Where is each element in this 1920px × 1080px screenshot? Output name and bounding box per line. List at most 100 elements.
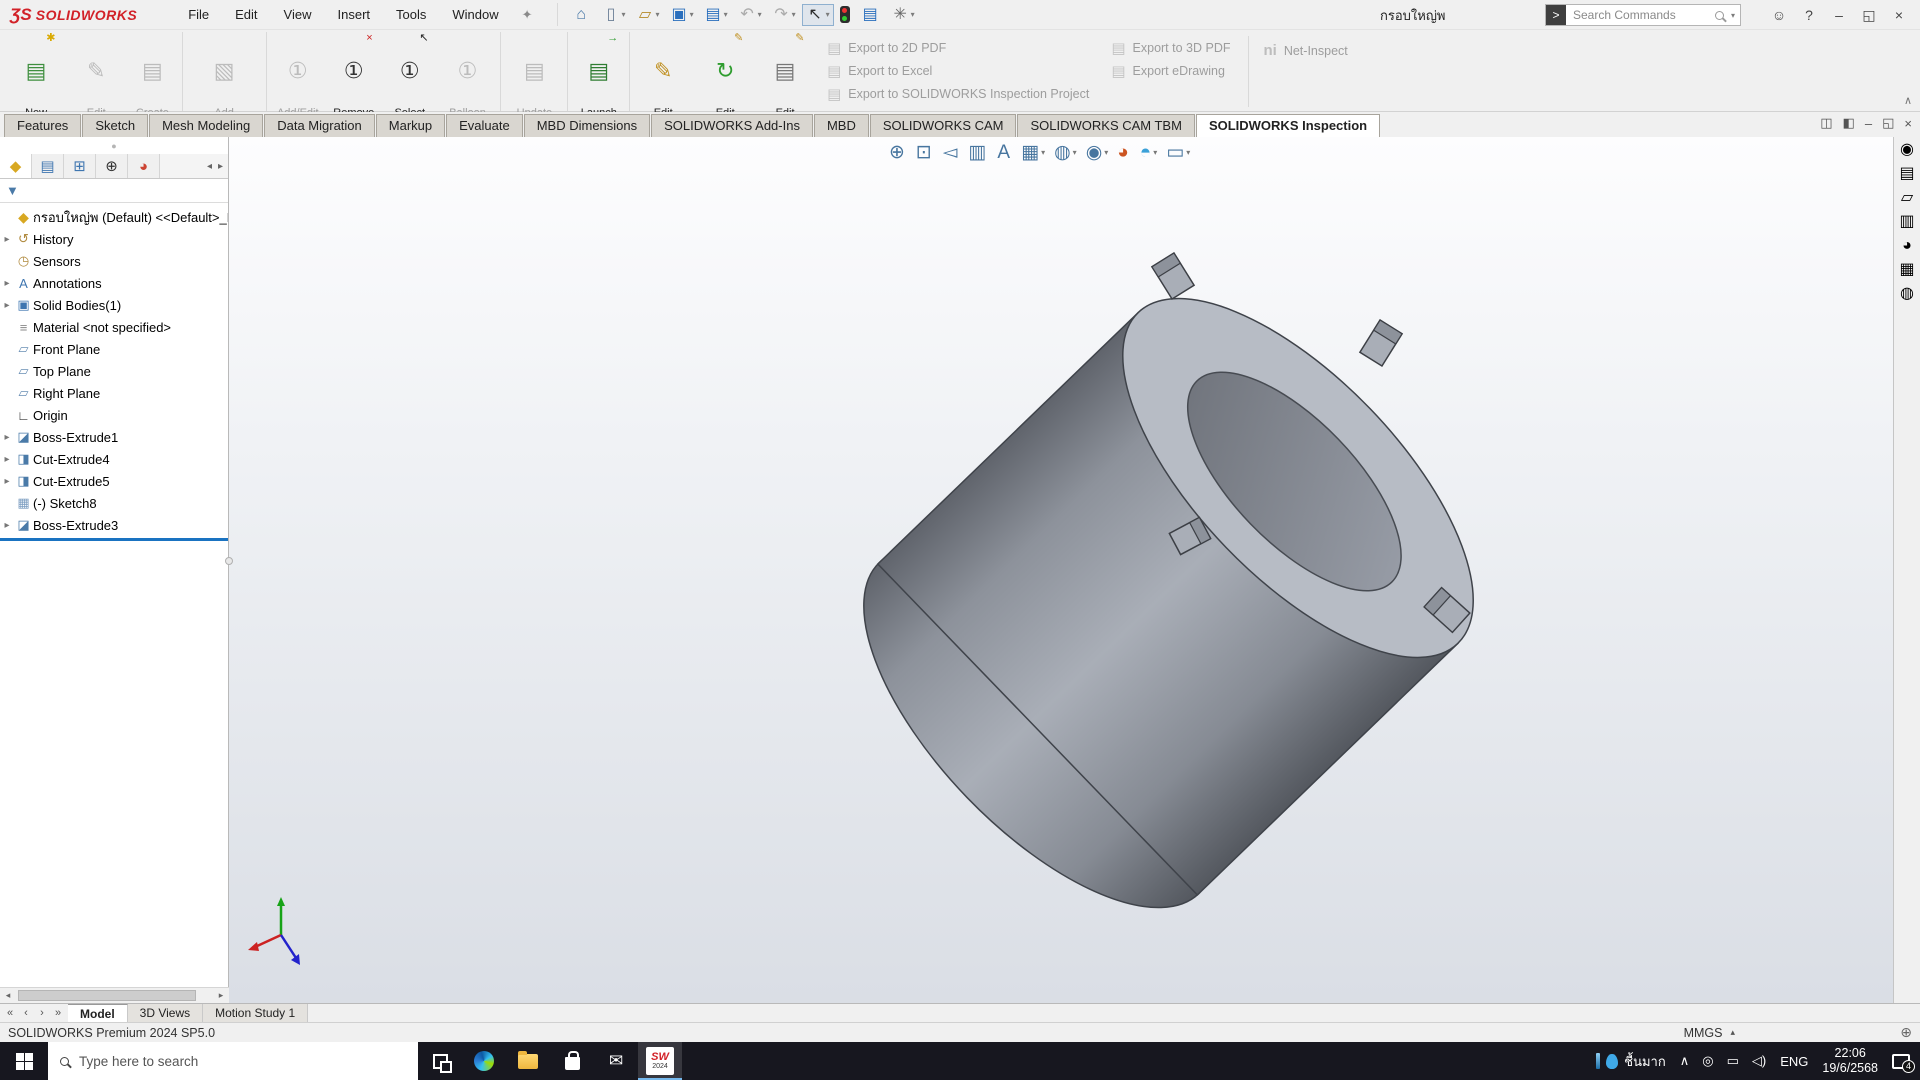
expand-arrow-icon[interactable]: ▸ (0, 454, 14, 465)
taskbar-search-box[interactable]: Type here to search (48, 1042, 418, 1080)
panel-splitter-dot[interactable]: ● (0, 137, 228, 154)
dynamic-annotation-views-icon[interactable]: A (997, 142, 1012, 164)
doc-nav-first-button[interactable]: « (3, 1007, 17, 1019)
export-2d-pdf-button[interactable]: ▤ Export to 2D PDF (827, 36, 1103, 59)
tree-item-front-plane[interactable]: ▸ ▱ Front Plane (0, 338, 228, 360)
select-balloons-button[interactable]: ① ↖ Select Balloons (382, 32, 438, 111)
dimxpertmanager-tab[interactable]: ⊕ (96, 154, 128, 178)
new-document-button[interactable]: ▯ ▾ (598, 4, 630, 26)
edit-inspection-project-button[interactable]: ✎ Edit Inspection Project (66, 32, 126, 111)
search-icon[interactable] (1715, 11, 1724, 20)
displaymanager-tab[interactable]: ◕ (128, 154, 160, 178)
language-indicator[interactable]: ENG (1780, 1054, 1808, 1069)
action-center-button[interactable]: 4 (1892, 1054, 1910, 1069)
panel-horizontal-scrollbar[interactable]: ◂ ▸ (0, 987, 229, 1003)
export-3d-pdf-button[interactable]: ▤ Export to 3D PDF (1111, 36, 1244, 59)
tree-item-sketch8[interactable]: ▸ ▦ (-) Sketch8 (0, 492, 228, 514)
appearances-scenes-icon[interactable]: ◕ (1902, 238, 1912, 254)
expand-arrow-icon[interactable]: ▸ (0, 476, 14, 487)
edit-vendors-button[interactable]: ▤ ✎ Edit Vendors (757, 32, 813, 111)
solidworks-forum-icon[interactable]: ◍ (1900, 286, 1914, 302)
menu-item[interactable]: Insert (325, 3, 384, 26)
balloon-sequence-button[interactable]: ① Balloon Sequence (438, 32, 502, 111)
apply-scene-icon[interactable]: ◓ ▾ (1140, 142, 1158, 164)
options-button[interactable]: ✳ ▾ (887, 4, 919, 26)
pane-split-icon[interactable]: ◧ (1843, 115, 1855, 131)
menu-item[interactable]: Tools (383, 3, 439, 26)
edit-appearance-icon[interactable]: ◕ (1117, 142, 1130, 164)
start-button[interactable] (0, 1042, 48, 1080)
scroll-right-icon[interactable]: ▸ (213, 990, 229, 1001)
select-tool-button[interactable]: ↖ ▾ (802, 4, 834, 26)
commandmanager-tab[interactable]: Markup (376, 114, 445, 137)
commandmanager-tab[interactable]: SOLIDWORKS CAM TBM (1017, 114, 1194, 137)
tree-item-top-plane[interactable]: ▸ ▱ Top Plane (0, 360, 228, 382)
add-edit-balloons-button[interactable]: ① Add/Edit Balloons (270, 32, 326, 111)
inspection-status-light-icon[interactable] (836, 3, 855, 26)
rollback-bar[interactable] (0, 538, 228, 541)
doc-nav-last-button[interactable]: » (51, 1007, 65, 1019)
doc-close-button[interactable]: × (1904, 116, 1912, 131)
launch-template-editor-button[interactable]: ▤ → Launch Template Editor (571, 32, 630, 111)
ribbon-collapse-icon[interactable]: ∧ (1904, 94, 1912, 107)
pane-display-icon[interactable]: ◫ (1820, 115, 1832, 131)
export-excel-button[interactable]: ▤ Export to Excel (827, 59, 1103, 82)
solidworks-app-button[interactable]: SW2024 (638, 1042, 682, 1080)
file-explorer-button[interactable] (506, 1042, 550, 1080)
restore-button[interactable]: ◱ (1854, 1, 1884, 29)
task-properties-button[interactable]: ▤ (857, 4, 885, 26)
commandmanager-tab[interactable]: Evaluate (446, 114, 523, 137)
edit-operations-button[interactable]: ↻ ✎ Edit Operations (693, 32, 757, 111)
update-inspection-project-button[interactable]: ▤ Update Inspection Project (504, 32, 568, 111)
hidden-icons-button[interactable]: ∧ (1680, 1053, 1690, 1069)
commandmanager-tab[interactable]: SOLIDWORKS CAM (870, 114, 1017, 137)
doc-tab[interactable]: Model (68, 1004, 128, 1022)
edit-inspection-methods-button[interactable]: ✎ Edit Inspection Methods (633, 32, 693, 111)
undo-button[interactable]: ↶ ▾ (734, 4, 766, 26)
view-palette-icon[interactable]: ▥ (1899, 214, 1914, 230)
help-icon[interactable]: ? (1794, 1, 1824, 29)
panel-tab-scroll-left[interactable]: ◂ (207, 161, 212, 172)
store-button[interactable] (550, 1042, 594, 1080)
close-button[interactable]: × (1884, 1, 1914, 29)
commandmanager-tab[interactable]: Data Migration (264, 114, 375, 137)
tree-item-cut-extrude5[interactable]: ▸ ◨ Cut-Extrude5 (0, 470, 228, 492)
new-inspection-project-button[interactable]: ▤ ✱ New Inspection Project (6, 32, 66, 111)
custom-properties-icon[interactable]: ▦ (1899, 262, 1914, 278)
add-characteristic-button[interactable]: ▧ Add Characteristic (186, 32, 267, 111)
previous-view-icon[interactable]: ◅ (943, 141, 960, 164)
file-explorer-icon[interactable]: ▱ (1901, 190, 1913, 206)
pin-menu-icon[interactable]: ✦ (522, 7, 533, 23)
expand-arrow-icon[interactable]: ▸ (0, 520, 14, 531)
net-inspect-button[interactable]: Net-Inspect (1284, 44, 1348, 58)
configurationmanager-tab[interactable]: ⊞ (64, 154, 96, 178)
expand-arrow-icon[interactable]: ▸ (0, 300, 14, 311)
commandmanager-tab[interactable]: MBD Dimensions (524, 114, 650, 137)
ime-icon[interactable]: ◎ (1702, 1053, 1713, 1069)
minimize-button[interactable]: – (1824, 1, 1854, 29)
save-button[interactable]: ▣ ▾ (666, 4, 698, 26)
commandmanager-tab[interactable]: Sketch (82, 114, 148, 137)
weather-widget[interactable]: ชื้นมาก (1596, 1051, 1665, 1072)
panel-tab-scroll-right[interactable]: ▸ (218, 161, 223, 172)
commandmanager-tab[interactable]: SOLIDWORKS Add-Ins (651, 114, 813, 137)
commandmanager-tab[interactable]: Features (4, 114, 81, 137)
part-model[interactable] (229, 137, 1893, 1003)
menu-item[interactable]: Edit (222, 3, 270, 26)
unit-system-selector[interactable]: MMGS ▴ (1684, 1026, 1735, 1040)
hide-show-items-icon[interactable]: ◉ ▾ (1086, 141, 1109, 164)
view-settings-icon[interactable]: ▭ ▾ (1166, 141, 1190, 164)
taskbar-clock[interactable]: 22:06 19/6/2568 (1822, 1046, 1878, 1076)
section-view-icon[interactable]: ▥ (968, 141, 988, 164)
display-style-icon[interactable]: ◍ ▾ (1054, 141, 1077, 164)
tree-item-boss-extrude1[interactable]: ▸ ◪ Boss-Extrude1 (0, 426, 228, 448)
panel-splitter-handle[interactable] (225, 557, 233, 565)
tree-item-material[interactable]: ▸ ≡ Material <not specified> (0, 316, 228, 338)
doc-restore-button[interactable]: ◱ (1882, 115, 1894, 131)
network-icon[interactable]: ▭ (1727, 1053, 1739, 1069)
tree-root-item[interactable]: ◆ กรอบใหญ่พ (Default) <<Default>_Displ (0, 206, 228, 228)
scrollbar-thumb[interactable] (18, 990, 196, 1001)
remove-balloons-button[interactable]: ① × Remove Balloons (326, 32, 382, 111)
doc-nav-next-button[interactable]: › (35, 1007, 49, 1019)
filter-icon[interactable]: ▼ (6, 183, 19, 198)
